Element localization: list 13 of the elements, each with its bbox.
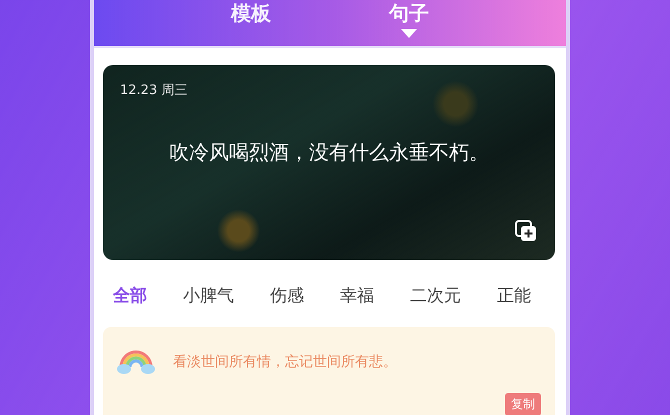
category-tab[interactable]: 正能	[497, 284, 531, 307]
add-copy-icon[interactable]	[514, 219, 538, 243]
category-tab[interactable]: 全部	[113, 284, 147, 307]
category-tab[interactable]: 二次元	[410, 284, 461, 307]
category-tab[interactable]: 伤感	[270, 284, 304, 307]
triangle-icon	[401, 29, 417, 38]
featured-quote: 吹冷风喝烈酒，没有什么永垂不朽。	[169, 139, 489, 166]
rainbow-icon	[117, 349, 155, 375]
category-tab[interactable]: 幸福	[340, 284, 374, 307]
category-tab[interactable]: 小脾气	[183, 284, 234, 307]
quote-text: 看淡世间所有情，忘记世间所有悲。	[173, 353, 397, 371]
date-label: 12.23 周三	[120, 82, 188, 99]
top-tab[interactable]: 模板	[227, 0, 275, 28]
